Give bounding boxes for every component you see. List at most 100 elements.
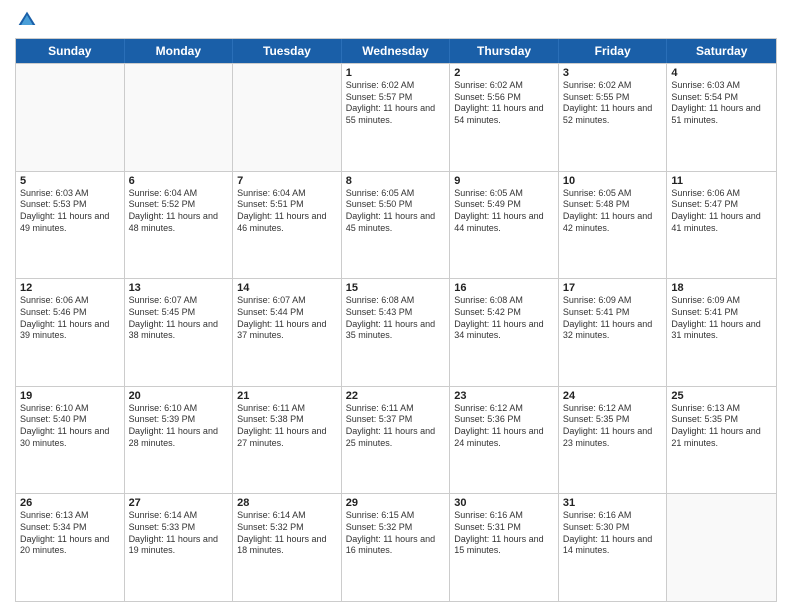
- calendar-cell-day-30: 30Sunrise: 6:16 AMSunset: 5:31 PMDayligh…: [450, 494, 559, 601]
- weekday-header-thursday: Thursday: [450, 39, 559, 63]
- cell-info: Sunrise: 6:05 AMSunset: 5:48 PMDaylight:…: [563, 188, 663, 235]
- calendar-row-4: 26Sunrise: 6:13 AMSunset: 5:34 PMDayligh…: [16, 493, 776, 601]
- day-number: 10: [563, 175, 663, 187]
- calendar-cell-day-24: 24Sunrise: 6:12 AMSunset: 5:35 PMDayligh…: [559, 387, 668, 494]
- calendar-cell-day-13: 13Sunrise: 6:07 AMSunset: 5:45 PMDayligh…: [125, 279, 234, 386]
- calendar-cell-day-7: 7Sunrise: 6:04 AMSunset: 5:51 PMDaylight…: [233, 172, 342, 279]
- cell-info: Sunrise: 6:12 AMSunset: 5:35 PMDaylight:…: [563, 403, 663, 450]
- day-number: 4: [671, 67, 772, 79]
- calendar: SundayMondayTuesdayWednesdayThursdayFrid…: [15, 38, 777, 602]
- weekday-header-monday: Monday: [125, 39, 234, 63]
- day-number: 29: [346, 497, 446, 509]
- calendar-cell-day-16: 16Sunrise: 6:08 AMSunset: 5:42 PMDayligh…: [450, 279, 559, 386]
- cell-info: Sunrise: 6:10 AMSunset: 5:40 PMDaylight:…: [20, 403, 120, 450]
- cell-info: Sunrise: 6:02 AMSunset: 5:56 PMDaylight:…: [454, 80, 554, 127]
- calendar-cell-day-22: 22Sunrise: 6:11 AMSunset: 5:37 PMDayligh…: [342, 387, 451, 494]
- calendar-cell-day-3: 3Sunrise: 6:02 AMSunset: 5:55 PMDaylight…: [559, 64, 668, 171]
- cell-info: Sunrise: 6:14 AMSunset: 5:32 PMDaylight:…: [237, 510, 337, 557]
- cell-info: Sunrise: 6:08 AMSunset: 5:43 PMDaylight:…: [346, 295, 446, 342]
- cell-info: Sunrise: 6:11 AMSunset: 5:38 PMDaylight:…: [237, 403, 337, 450]
- day-number: 13: [129, 282, 229, 294]
- cell-info: Sunrise: 6:11 AMSunset: 5:37 PMDaylight:…: [346, 403, 446, 450]
- calendar-cell-day-18: 18Sunrise: 6:09 AMSunset: 5:41 PMDayligh…: [667, 279, 776, 386]
- cell-info: Sunrise: 6:06 AMSunset: 5:47 PMDaylight:…: [671, 188, 772, 235]
- cell-info: Sunrise: 6:05 AMSunset: 5:49 PMDaylight:…: [454, 188, 554, 235]
- logo-icon: [17, 10, 37, 30]
- day-number: 7: [237, 175, 337, 187]
- weekday-header-friday: Friday: [559, 39, 668, 63]
- calendar-cell-empty-0-2: [233, 64, 342, 171]
- calendar-cell-day-17: 17Sunrise: 6:09 AMSunset: 5:41 PMDayligh…: [559, 279, 668, 386]
- calendar-cell-day-4: 4Sunrise: 6:03 AMSunset: 5:54 PMDaylight…: [667, 64, 776, 171]
- cell-info: Sunrise: 6:09 AMSunset: 5:41 PMDaylight:…: [563, 295, 663, 342]
- cell-info: Sunrise: 6:07 AMSunset: 5:44 PMDaylight:…: [237, 295, 337, 342]
- calendar-cell-day-9: 9Sunrise: 6:05 AMSunset: 5:49 PMDaylight…: [450, 172, 559, 279]
- day-number: 6: [129, 175, 229, 187]
- calendar-cell-empty-0-0: [16, 64, 125, 171]
- day-number: 18: [671, 282, 772, 294]
- cell-info: Sunrise: 6:15 AMSunset: 5:32 PMDaylight:…: [346, 510, 446, 557]
- calendar-cell-empty-0-1: [125, 64, 234, 171]
- day-number: 5: [20, 175, 120, 187]
- weekday-header-sunday: Sunday: [16, 39, 125, 63]
- calendar-cell-empty-4-6: [667, 494, 776, 601]
- calendar-header: SundayMondayTuesdayWednesdayThursdayFrid…: [16, 39, 776, 63]
- cell-info: Sunrise: 6:10 AMSunset: 5:39 PMDaylight:…: [129, 403, 229, 450]
- calendar-cell-day-5: 5Sunrise: 6:03 AMSunset: 5:53 PMDaylight…: [16, 172, 125, 279]
- day-number: 14: [237, 282, 337, 294]
- day-number: 19: [20, 390, 120, 402]
- day-number: 23: [454, 390, 554, 402]
- weekday-header-tuesday: Tuesday: [233, 39, 342, 63]
- day-number: 16: [454, 282, 554, 294]
- calendar-cell-day-27: 27Sunrise: 6:14 AMSunset: 5:33 PMDayligh…: [125, 494, 234, 601]
- calendar-cell-day-19: 19Sunrise: 6:10 AMSunset: 5:40 PMDayligh…: [16, 387, 125, 494]
- cell-info: Sunrise: 6:06 AMSunset: 5:46 PMDaylight:…: [20, 295, 120, 342]
- header: [15, 10, 777, 30]
- cell-info: Sunrise: 6:16 AMSunset: 5:31 PMDaylight:…: [454, 510, 554, 557]
- calendar-cell-day-31: 31Sunrise: 6:16 AMSunset: 5:30 PMDayligh…: [559, 494, 668, 601]
- cell-info: Sunrise: 6:02 AMSunset: 5:55 PMDaylight:…: [563, 80, 663, 127]
- cell-info: Sunrise: 6:14 AMSunset: 5:33 PMDaylight:…: [129, 510, 229, 557]
- day-number: 28: [237, 497, 337, 509]
- calendar-cell-day-11: 11Sunrise: 6:06 AMSunset: 5:47 PMDayligh…: [667, 172, 776, 279]
- cell-info: Sunrise: 6:12 AMSunset: 5:36 PMDaylight:…: [454, 403, 554, 450]
- calendar-cell-day-21: 21Sunrise: 6:11 AMSunset: 5:38 PMDayligh…: [233, 387, 342, 494]
- day-number: 17: [563, 282, 663, 294]
- calendar-cell-day-12: 12Sunrise: 6:06 AMSunset: 5:46 PMDayligh…: [16, 279, 125, 386]
- day-number: 11: [671, 175, 772, 187]
- day-number: 12: [20, 282, 120, 294]
- calendar-cell-day-14: 14Sunrise: 6:07 AMSunset: 5:44 PMDayligh…: [233, 279, 342, 386]
- cell-info: Sunrise: 6:03 AMSunset: 5:53 PMDaylight:…: [20, 188, 120, 235]
- cell-info: Sunrise: 6:13 AMSunset: 5:34 PMDaylight:…: [20, 510, 120, 557]
- day-number: 1: [346, 67, 446, 79]
- calendar-cell-day-29: 29Sunrise: 6:15 AMSunset: 5:32 PMDayligh…: [342, 494, 451, 601]
- day-number: 25: [671, 390, 772, 402]
- calendar-cell-day-8: 8Sunrise: 6:05 AMSunset: 5:50 PMDaylight…: [342, 172, 451, 279]
- calendar-body: 1Sunrise: 6:02 AMSunset: 5:57 PMDaylight…: [16, 63, 776, 601]
- weekday-header-saturday: Saturday: [667, 39, 776, 63]
- calendar-cell-day-28: 28Sunrise: 6:14 AMSunset: 5:32 PMDayligh…: [233, 494, 342, 601]
- cell-info: Sunrise: 6:02 AMSunset: 5:57 PMDaylight:…: [346, 80, 446, 127]
- calendar-row-3: 19Sunrise: 6:10 AMSunset: 5:40 PMDayligh…: [16, 386, 776, 494]
- cell-info: Sunrise: 6:05 AMSunset: 5:50 PMDaylight:…: [346, 188, 446, 235]
- calendar-cell-day-25: 25Sunrise: 6:13 AMSunset: 5:35 PMDayligh…: [667, 387, 776, 494]
- cell-info: Sunrise: 6:04 AMSunset: 5:52 PMDaylight:…: [129, 188, 229, 235]
- day-number: 3: [563, 67, 663, 79]
- day-number: 2: [454, 67, 554, 79]
- cell-info: Sunrise: 6:13 AMSunset: 5:35 PMDaylight:…: [671, 403, 772, 450]
- calendar-cell-day-2: 2Sunrise: 6:02 AMSunset: 5:56 PMDaylight…: [450, 64, 559, 171]
- cell-info: Sunrise: 6:09 AMSunset: 5:41 PMDaylight:…: [671, 295, 772, 342]
- calendar-cell-day-26: 26Sunrise: 6:13 AMSunset: 5:34 PMDayligh…: [16, 494, 125, 601]
- calendar-row-2: 12Sunrise: 6:06 AMSunset: 5:46 PMDayligh…: [16, 278, 776, 386]
- day-number: 26: [20, 497, 120, 509]
- calendar-cell-day-23: 23Sunrise: 6:12 AMSunset: 5:36 PMDayligh…: [450, 387, 559, 494]
- calendar-cell-day-20: 20Sunrise: 6:10 AMSunset: 5:39 PMDayligh…: [125, 387, 234, 494]
- cell-info: Sunrise: 6:03 AMSunset: 5:54 PMDaylight:…: [671, 80, 772, 127]
- day-number: 27: [129, 497, 229, 509]
- calendar-row-0: 1Sunrise: 6:02 AMSunset: 5:57 PMDaylight…: [16, 63, 776, 171]
- day-number: 8: [346, 175, 446, 187]
- calendar-cell-day-15: 15Sunrise: 6:08 AMSunset: 5:43 PMDayligh…: [342, 279, 451, 386]
- day-number: 9: [454, 175, 554, 187]
- calendar-row-1: 5Sunrise: 6:03 AMSunset: 5:53 PMDaylight…: [16, 171, 776, 279]
- day-number: 21: [237, 390, 337, 402]
